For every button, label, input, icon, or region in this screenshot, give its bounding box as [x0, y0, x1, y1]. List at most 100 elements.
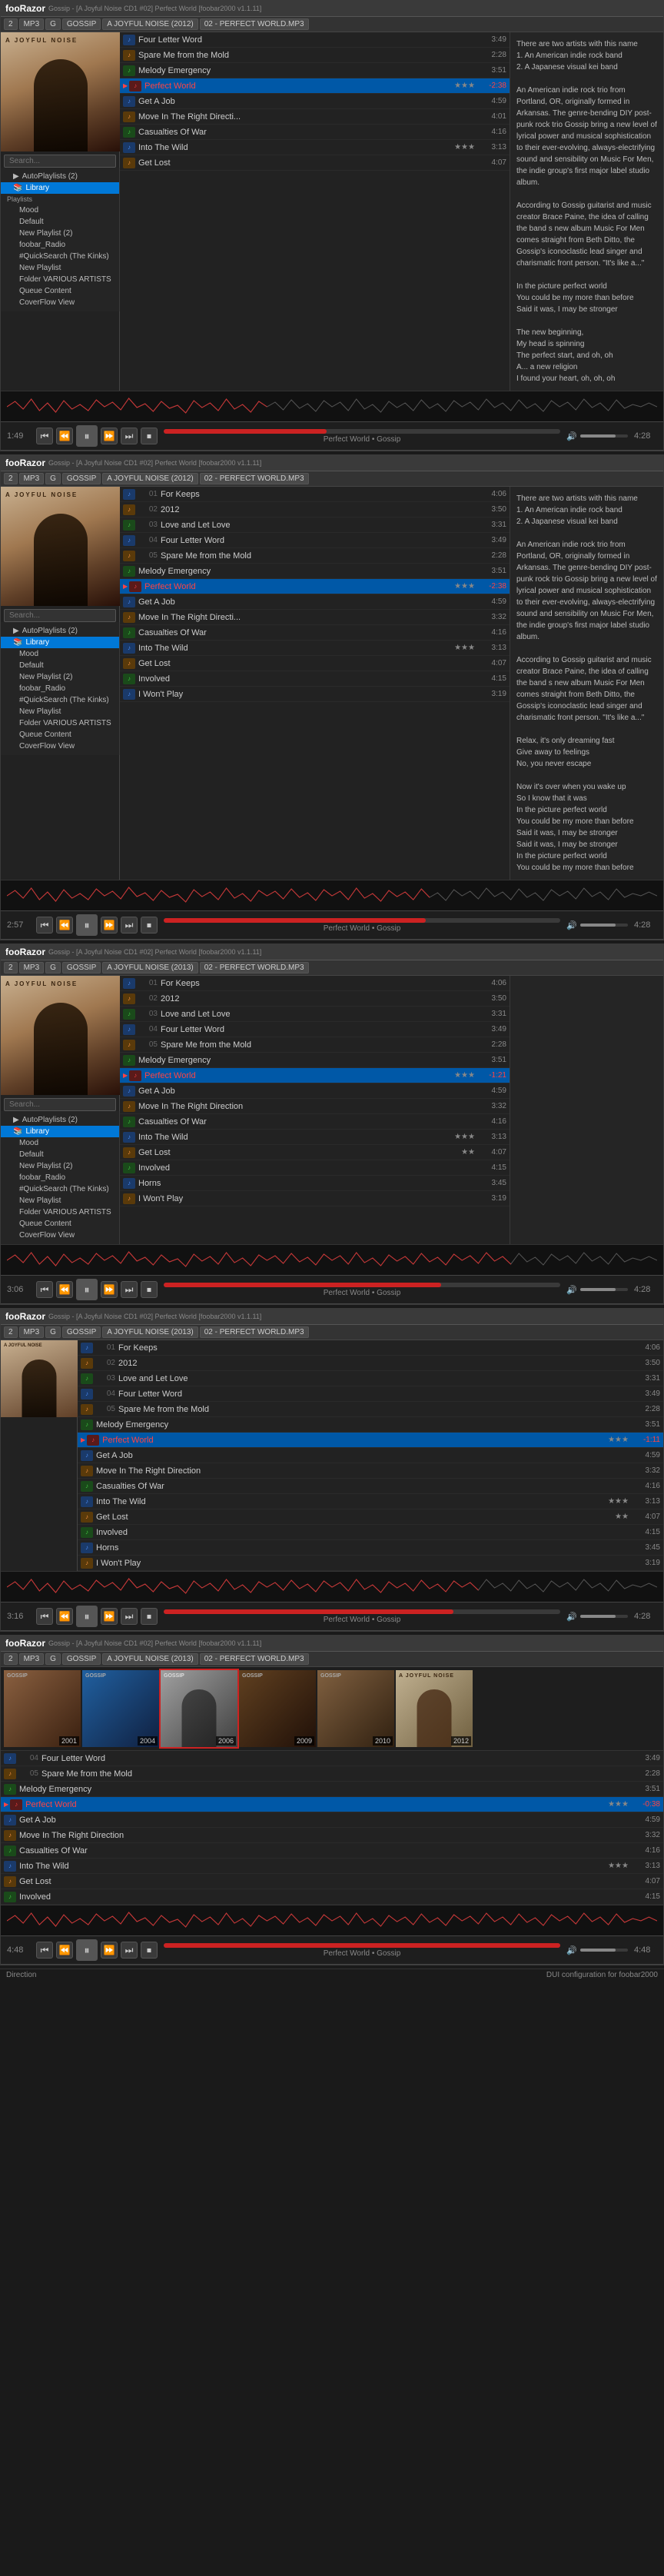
mini-album-1[interactable]: GOSSIP 2001: [4, 1670, 81, 1747]
track-item[interactable]: ♪0220123:50: [120, 502, 510, 518]
sidebar-new-playlist[interactable]: New Playlist: [1, 262, 119, 274]
track-item[interactable]: ♪Get A Job4:59: [120, 1083, 510, 1099]
sidebar-autoplaylists[interactable]: ▶ AutoPlaylists (2): [1, 171, 119, 182]
toolbar-album[interactable]: A JOYFUL NOISE (2012): [102, 18, 198, 30]
prev-btn-2[interactable]: ⏮: [36, 917, 53, 934]
play-pause-button[interactable]: ⏸: [76, 425, 98, 447]
toolbar-mp3[interactable]: MP3: [19, 18, 45, 30]
next-btn-2[interactable]: ⏭: [121, 917, 138, 934]
sidebar-default[interactable]: Default: [1, 216, 119, 228]
track-item[interactable]: ♪Move In The Right Direction3:32: [78, 1463, 663, 1479]
sidebar-quicksearch[interactable]: #QuickSearch (The Kinks): [1, 251, 119, 262]
s2-foobar-radio[interactable]: foobar_Radio: [1, 683, 119, 694]
prev-btn-3[interactable]: ⏮: [36, 1281, 53, 1298]
t4-mp3[interactable]: MP3: [19, 1326, 45, 1338]
play-pause-btn-5[interactable]: ⏸: [76, 1939, 98, 1961]
next-btn-3[interactable]: ⏭: [121, 1281, 138, 1298]
s3-coverflow[interactable]: CoverFlow View: [1, 1230, 119, 1241]
t5-album[interactable]: A JOYFUL NOISE (2013): [102, 1653, 198, 1665]
track-item[interactable]: ♪Casualties Of War4:16: [120, 1114, 510, 1130]
s2-default[interactable]: Default: [1, 660, 119, 671]
waveform-svg-5[interactable]: [7, 1909, 657, 1932]
track-item[interactable]: ♪Get A Job4:59: [78, 1448, 663, 1463]
t3-track[interactable]: 02 - PERFECT WORLD.MP3: [200, 962, 309, 973]
stop-btn-2[interactable]: ⏹: [141, 917, 158, 934]
t5-mp3[interactable]: MP3: [19, 1653, 45, 1665]
t3-gossip[interactable]: GOSSIP: [62, 962, 101, 973]
track-item[interactable]: ♪05Spare Me from the Mold2:28: [120, 1037, 510, 1053]
track-item-playing[interactable]: ▶♪Perfect World★★★-2:38: [120, 579, 510, 594]
volume-bar-1[interactable]: [580, 434, 628, 438]
track-item[interactable]: ♪Move In The Right Direction3:32: [120, 1099, 510, 1114]
track-item[interactable]: ♪Casualties Of War4:16: [1, 1843, 663, 1859]
next-btn-4[interactable]: ⏭: [121, 1608, 138, 1625]
track-item[interactable]: ♪03Love and Let Love3:31: [120, 518, 510, 533]
t3-mp3[interactable]: MP3: [19, 962, 45, 973]
mini-album-3-selected[interactable]: GOSSIP 2006: [161, 1670, 237, 1747]
rew-btn-4[interactable]: ⏪: [56, 1608, 73, 1625]
t4-gossip[interactable]: GOSSIP: [62, 1326, 101, 1338]
track-item-playing[interactable]: ▶ ♪ Perfect World ★★★ -2:38: [120, 78, 510, 94]
t3-num[interactable]: 2: [4, 962, 18, 973]
prev-btn-4[interactable]: ⏮: [36, 1608, 53, 1625]
progress-bar-1[interactable]: [164, 429, 560, 434]
track-item[interactable]: ♪Horns3:45: [78, 1540, 663, 1556]
track-item[interactable]: ♪0220123:50: [120, 991, 510, 1007]
s3-folder-various[interactable]: Folder VARIOUS ARTISTS: [1, 1206, 119, 1218]
t3-album[interactable]: A JOYFUL NOISE (2013): [102, 962, 198, 973]
track-item[interactable]: ♪01For Keeps4:06: [120, 487, 510, 502]
track-item[interactable]: ♪Involved4:15: [78, 1525, 663, 1540]
t4-album[interactable]: A JOYFUL NOISE (2013): [102, 1326, 198, 1338]
track-item[interactable]: ♪Casualties Of War4:16: [78, 1479, 663, 1494]
s2-library[interactable]: 📚Library: [1, 637, 119, 648]
track-item[interactable]: ♪Get A Job4:59: [1, 1812, 663, 1828]
t2-mp3[interactable]: MP3: [19, 473, 45, 484]
fwd-btn-4[interactable]: ⏩: [101, 1608, 118, 1625]
toolbar-num[interactable]: 2: [4, 18, 18, 30]
progress-bar-3[interactable]: [164, 1283, 560, 1287]
stop-btn-5[interactable]: ⏹: [141, 1942, 158, 1959]
track-item[interactable]: ♪I Won't Play3:19: [120, 1191, 510, 1206]
track-item-playing-5[interactable]: ▶♪Perfect World★★★-0:38: [1, 1797, 663, 1812]
mini-album-6[interactable]: A JOYFUL NOISE 2012: [396, 1670, 473, 1747]
stop-btn-3[interactable]: ⏹: [141, 1281, 158, 1298]
s3-mood[interactable]: Mood: [1, 1137, 119, 1149]
track-item[interactable]: ♪05Spare Me from the Mold2:28: [1, 1766, 663, 1782]
fwd-btn-5[interactable]: ⏩: [101, 1942, 118, 1959]
rew-button[interactable]: ⏪: [56, 428, 73, 444]
track-item[interactable]: ♪Into The Wild★★★3:13: [120, 1130, 510, 1145]
fwd-button[interactable]: ⏩: [101, 428, 118, 444]
next-button[interactable]: ⏭: [121, 428, 138, 444]
track-item[interactable]: ♪05Spare Me from the Mold2:28: [120, 548, 510, 564]
s3-new-playlist[interactable]: New Playlist: [1, 1195, 119, 1206]
prev-button[interactable]: ⏮: [36, 428, 53, 444]
sidebar-folder-various[interactable]: Folder VARIOUS ARTISTS: [1, 274, 119, 285]
t4-g[interactable]: G: [45, 1326, 61, 1338]
track-item[interactable]: ♪01For Keeps4:06: [120, 976, 510, 991]
fwd-btn-2[interactable]: ⏩: [101, 917, 118, 934]
t2-album[interactable]: A JOYFUL NOISE (2012): [102, 473, 198, 484]
s2-coverflow[interactable]: CoverFlow View: [1, 741, 119, 752]
s2-quicksearch[interactable]: #QuickSearch (The Kinks): [1, 694, 119, 706]
track-item[interactable]: ♪Move In The Right Directi...3:32: [120, 610, 510, 625]
track-item[interactable]: ♪ Get Lost 4:07: [120, 155, 510, 171]
sidebar-queue[interactable]: Queue Content: [1, 285, 119, 297]
s2-folder-various[interactable]: Folder VARIOUS ARTISTS: [1, 717, 119, 729]
t2-track[interactable]: 02 - PERFECT WORLD.MP3: [200, 473, 309, 484]
track-item[interactable]: ♪0220123:50: [78, 1356, 663, 1371]
t3-g[interactable]: G: [45, 962, 61, 973]
s3-foobar-radio[interactable]: foobar_Radio: [1, 1172, 119, 1183]
track-item[interactable]: ♪Melody Emergency3:51: [78, 1417, 663, 1433]
waveform-svg-4[interactable]: [7, 1576, 657, 1599]
track-item[interactable]: ♪Get Lost★★4:07: [120, 1145, 510, 1160]
volume-bar-5[interactable]: [580, 1949, 628, 1952]
volume-bar-4[interactable]: [580, 1615, 628, 1618]
t5-gossip[interactable]: GOSSIP: [62, 1653, 101, 1665]
t4-track[interactable]: 02 - PERFECT WORLD.MP3: [200, 1326, 309, 1338]
track-item[interactable]: ♪04Four Letter Word3:49: [78, 1386, 663, 1402]
track-item[interactable]: ♪Move In The Right Direction3:32: [1, 1828, 663, 1843]
stop-btn-4[interactable]: ⏹: [141, 1608, 158, 1625]
waveform-svg[interactable]: [7, 395, 657, 418]
volume-bar-3[interactable]: [580, 1288, 628, 1291]
progress-bar-2[interactable]: [164, 918, 560, 923]
